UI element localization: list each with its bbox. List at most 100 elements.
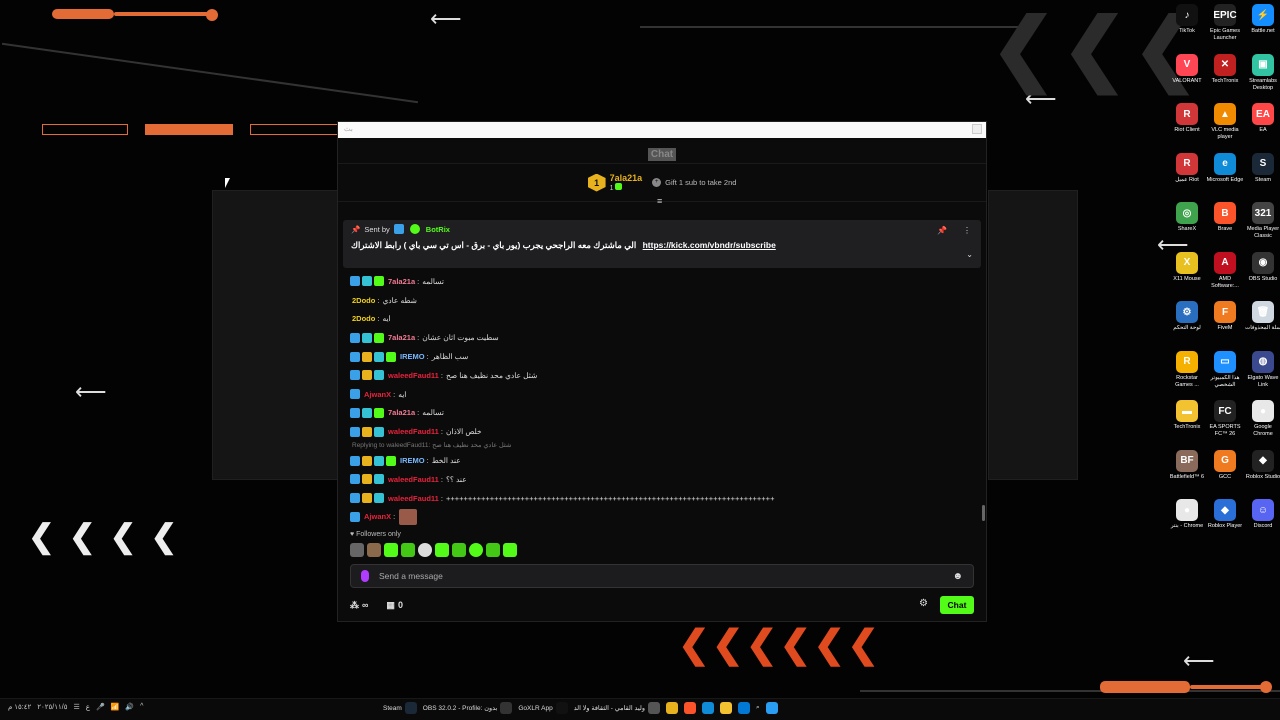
emote-icon[interactable] <box>418 543 432 557</box>
desktop-icon[interactable]: BF Battlefield™ 6 <box>1168 449 1206 481</box>
chat-message[interactable]: 7ala21a: سطيت مبوت اثان عشان <box>350 328 970 347</box>
message-username[interactable]: 2Dodo <box>352 296 375 305</box>
desktop-icon[interactable]: ⚡ Battle.net <box>1244 4 1280 35</box>
collapse-icon[interactable]: ≡ <box>657 196 662 206</box>
message-username[interactable]: waleedFaud11 <box>388 475 439 484</box>
desktop-icon[interactable]: X X11 Mouse <box>1168 251 1206 283</box>
message-username[interactable]: AjwanX <box>364 390 391 399</box>
chat-message[interactable]: 2Dodo: شطه عادي <box>350 291 970 310</box>
close-icon[interactable] <box>972 124 982 134</box>
emote-icon[interactable] <box>469 543 483 557</box>
desktop-icon[interactable]: ▭ هذا الكمبيوتر الشخصي <box>1206 350 1244 389</box>
kicks-icon[interactable] <box>361 570 369 582</box>
desktop-icon[interactable]: ◉ OBS Studio <box>1244 251 1280 283</box>
emote-icon[interactable] <box>401 543 415 557</box>
message-username[interactable]: 7ala21a <box>388 277 415 286</box>
emote-bar[interactable] <box>350 543 517 557</box>
desktop-icon[interactable]: ● Google Chrome <box>1244 400 1280 438</box>
tray-item[interactable]: 📶 <box>111 703 120 711</box>
send-chat-button[interactable]: Chat <box>940 596 974 614</box>
tray-item[interactable]: ^ <box>140 703 143 711</box>
chat-message[interactable]: waleedFaud11: +++++++++++++++++++++++++++… <box>350 489 970 508</box>
message-username[interactable]: 7ala21a <box>388 333 415 342</box>
pinned-message[interactable]: 📌 Sent by BotRix الي ماشترك معه الراجحي … <box>343 220 981 268</box>
desktop-icon[interactable]: ✕ TechTronix <box>1206 53 1244 85</box>
desktop-icon[interactable]: ◍ Elgato Wave Link <box>1244 350 1280 389</box>
taskbar-app[interactable]: GoXLR App <box>518 702 568 714</box>
desktop-icon[interactable]: B Brave <box>1206 202 1244 233</box>
desktop-icon[interactable]: EA EA <box>1244 103 1280 134</box>
tray-item[interactable]: ٢٠٢٥/١١/٥ <box>37 703 67 711</box>
chat-message[interactable]: 7ala21a: تسالمه <box>350 272 970 291</box>
chat-message[interactable]: AjwanX: <box>350 508 970 525</box>
emote-icon[interactable] <box>452 543 466 557</box>
chat-message[interactable]: waleedFaud11: عند ؟؟ <box>350 470 970 489</box>
taskbar-app[interactable] <box>701 702 714 714</box>
taskbar-search[interactable]: ⌕ <box>756 704 760 712</box>
desktop-icon[interactable]: FC EA SPORTS FC™ 26 <box>1206 400 1244 438</box>
taskbar-app[interactable]: وليد القامي - الثقافة ولا الد <box>574 702 660 714</box>
tray-item[interactable]: ع <box>86 703 90 711</box>
emote-icon[interactable] <box>384 543 398 557</box>
unpin-icon[interactable]: 📌 <box>937 226 947 235</box>
chat-popout-window[interactable]: بث Chat 1 7ala21a 1 + Gift 1 sub to take… <box>337 121 987 622</box>
desktop-icon[interactable]: S Steam <box>1244 152 1280 184</box>
desktop-icon[interactable]: ▬ TechTronix <box>1168 400 1206 431</box>
chevron-down-icon[interactable]: ⌄ <box>966 250 973 259</box>
taskbar-app[interactable] <box>683 702 696 714</box>
tray-item[interactable]: 🔊 <box>125 703 134 711</box>
desktop-icon[interactable]: ▣ Streamlabs Desktop <box>1244 53 1280 92</box>
start-button[interactable] <box>765 702 778 714</box>
chat-message[interactable]: IREMO: عند الخط <box>350 451 970 470</box>
desktop-icon[interactable]: V VALORANT <box>1168 53 1206 85</box>
desktop-icon[interactable]: EPIC Epic Games Launcher <box>1206 4 1244 42</box>
message-username[interactable]: waleedFaud11 <box>388 427 439 436</box>
desktop-icon[interactable]: 🗑 سلة المحذوفات <box>1244 301 1280 332</box>
subscribe-link[interactable]: https://kick.com/vbndr/subscribe <box>643 240 776 250</box>
tray-item[interactable]: ١٥:٤٢ م <box>8 703 31 711</box>
desktop-icon[interactable]: A AMD Software:... <box>1206 251 1244 290</box>
chat-message[interactable]: 2Dodo: ايه <box>350 310 970 329</box>
chat-message[interactable]: IREMO: سب الظاهر <box>350 347 970 366</box>
emote-icon[interactable] <box>350 543 364 557</box>
desktop-icon[interactable]: ◎ ShareX <box>1168 202 1206 233</box>
message-username[interactable]: IREMO <box>400 456 425 465</box>
viewers-indicator[interactable]: ⁂ ∞ <box>350 600 368 611</box>
gear-icon[interactable]: ⚙ <box>919 598 928 609</box>
chat-message[interactable]: 7ala21a: تسالمه <box>350 404 970 423</box>
taskbar-app[interactable] <box>665 702 678 714</box>
message-username[interactable]: waleedFaud11 <box>388 371 439 380</box>
message-input-box[interactable]: ☻ <box>350 564 974 588</box>
channel-points[interactable]: ▦ 0 <box>386 600 403 611</box>
message-username[interactable]: waleedFaud11 <box>388 494 439 503</box>
desktop-icon[interactable]: e Microsoft Edge <box>1206 152 1244 184</box>
desktop-icon[interactable]: R Riot Client <box>1168 103 1206 134</box>
message-username[interactable]: AjwanX <box>364 512 391 521</box>
emote-icon[interactable] <box>367 543 381 557</box>
message-username[interactable]: IREMO <box>400 352 425 361</box>
emote-icon[interactable] <box>503 543 517 557</box>
chat-message[interactable]: waleedFaud11: خلص الاذان <box>350 422 970 441</box>
desktop-icon[interactable]: ▲ VLC media player <box>1206 103 1244 141</box>
taskbar-app[interactable] <box>737 702 750 714</box>
desktop-icon[interactable]: ● بنتر - Chrome <box>1168 499 1206 530</box>
message-input[interactable] <box>379 571 953 581</box>
chat-message[interactable]: AjwanX: ايه <box>350 385 970 404</box>
message-username[interactable]: 2Dodo <box>352 314 375 323</box>
message-username[interactable]: 7ala21a <box>388 408 415 417</box>
tray-item[interactable]: ☰ <box>73 703 79 711</box>
more-options-icon[interactable]: ⋮ <box>963 226 971 235</box>
emoji-icon[interactable]: ☻ <box>952 571 963 582</box>
taskbar-app[interactable]: OBS 32.0.2 - Profile: بدون <box>423 702 513 714</box>
taskbar-app[interactable]: Steam <box>383 702 417 714</box>
desktop-icon[interactable]: ◆ Roblox Player <box>1206 499 1244 530</box>
desktop-icon[interactable]: ⚙ لوحة التحكم <box>1168 301 1206 332</box>
desktop-icon[interactable]: R عميل Riot <box>1168 152 1206 184</box>
tray-item[interactable]: 🎤 <box>96 703 105 711</box>
desktop-icon[interactable]: R Rockstar Games ... <box>1168 350 1206 389</box>
desktop-icon[interactable]: 321 Media Player Classic <box>1244 202 1280 240</box>
desktop-icon[interactable]: ♪ TikTok <box>1168 4 1206 35</box>
window-titlebar[interactable]: بث <box>338 122 986 138</box>
scrollbar-thumb[interactable] <box>982 505 985 521</box>
chat-message[interactable]: waleedFaud11: شثل عادي محد نظيف هنا صح <box>350 366 970 385</box>
